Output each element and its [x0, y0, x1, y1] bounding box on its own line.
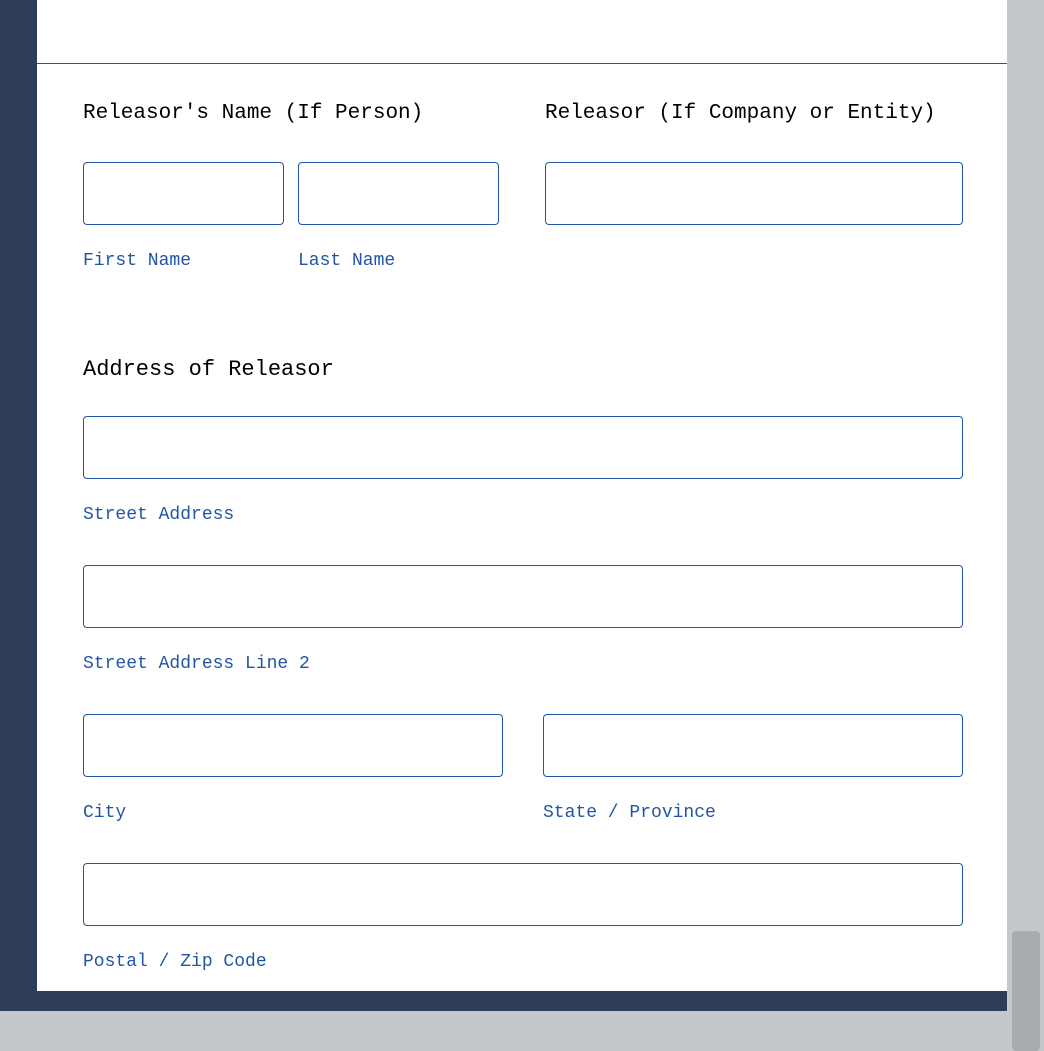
postal-sublabel: Postal / Zip Code	[83, 952, 963, 972]
name-pair: First Name Last Name	[83, 162, 499, 271]
first-name-sublabel: First Name	[83, 251, 284, 271]
state-wrap: State / Province	[543, 714, 963, 823]
state-input[interactable]	[543, 714, 963, 777]
first-name-wrap: First Name	[83, 162, 284, 271]
postal-block: Postal / Zip Code	[83, 863, 963, 972]
street2-block: Street Address Line 2	[83, 565, 963, 674]
street-address-input[interactable]	[83, 416, 963, 479]
left-sidebar-strip	[0, 0, 37, 1011]
street2-sublabel: Street Address Line 2	[83, 654, 963, 674]
street-sublabel: Street Address	[83, 505, 963, 525]
postal-input[interactable]	[83, 863, 963, 926]
scrollbar-track[interactable]	[1007, 0, 1044, 1011]
street-address-2-input[interactable]	[83, 565, 963, 628]
scrollbar-thumb[interactable]	[1012, 931, 1040, 1051]
first-name-input[interactable]	[83, 162, 284, 225]
header-divider	[37, 63, 1007, 64]
releasor-entity-label: Releasor (If Company or Entity)	[545, 100, 963, 128]
city-sublabel: City	[83, 803, 503, 823]
form-page: Releasor's Name (If Person) First Name L…	[37, 0, 1007, 1011]
address-section: Address of Releasor Street Address Stree…	[83, 357, 963, 972]
entity-name-input[interactable]	[545, 162, 963, 225]
city-input[interactable]	[83, 714, 503, 777]
releasor-person-group: Releasor's Name (If Person) First Name L…	[83, 100, 499, 271]
releasor-entity-group: Releasor (If Company or Entity)	[545, 100, 963, 271]
street-block: Street Address	[83, 416, 963, 525]
last-name-sublabel: Last Name	[298, 251, 499, 271]
state-sublabel: State / Province	[543, 803, 963, 823]
form-content: Releasor's Name (If Person) First Name L…	[83, 100, 963, 972]
page-footer-strip	[37, 991, 1007, 1011]
last-name-wrap: Last Name	[298, 162, 499, 271]
releasor-row: Releasor's Name (If Person) First Name L…	[83, 100, 963, 271]
city-wrap: City	[83, 714, 503, 823]
city-state-row: City State / Province	[83, 714, 963, 823]
address-title: Address of Releasor	[83, 357, 963, 382]
last-name-input[interactable]	[298, 162, 499, 225]
releasor-person-label: Releasor's Name (If Person)	[83, 100, 499, 128]
